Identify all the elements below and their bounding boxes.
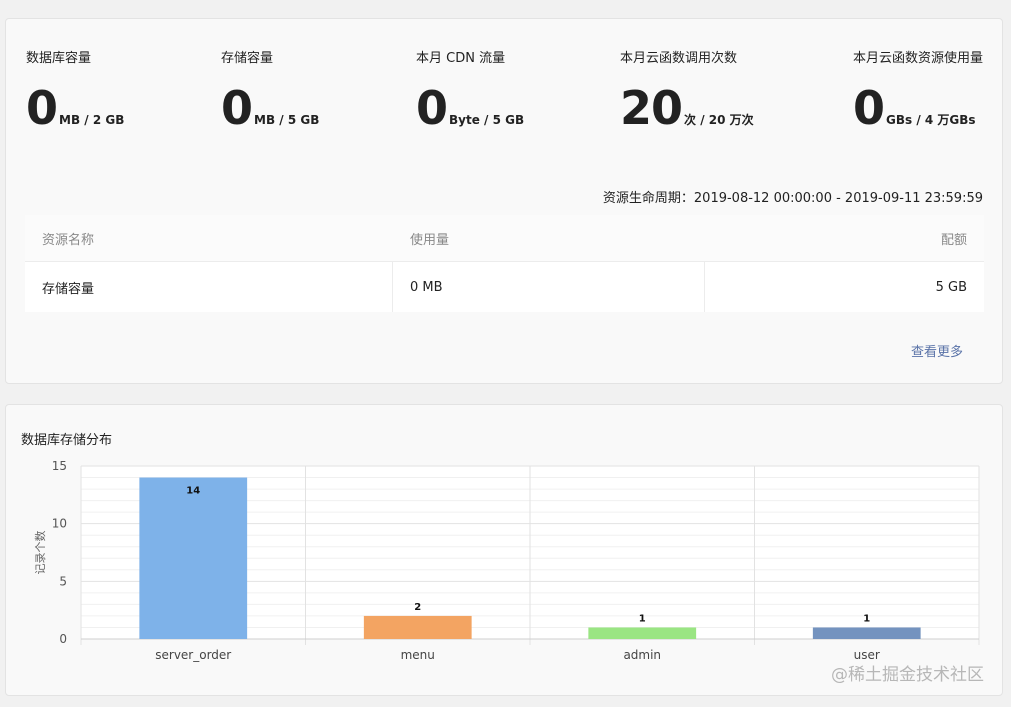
stat-value: 0 MB / 5 GB [221, 85, 319, 131]
resource-lifecycle: 资源生命周期：2019-08-12 00:00:00 - 2019-09-11 … [602, 191, 983, 206]
stat-unit: MB / 2 GB [59, 113, 125, 127]
stat-label: 存储容量 [221, 51, 274, 66]
bar-menu [363, 615, 472, 639]
cell-usage: 0 MB [393, 262, 705, 312]
table-row: 存储容量 0 MB 5 GB [25, 262, 984, 312]
stat-number: 0 [416, 81, 448, 135]
stat-label: 数据库容量 [26, 51, 92, 66]
cell-quota: 5 GB [935, 279, 967, 295]
watermark: @稀土掘金技术社区 [831, 665, 984, 685]
data-label: 1 [639, 613, 646, 624]
y-tick-label: 10 [52, 517, 67, 531]
x-tick-label: menu [401, 648, 435, 662]
x-tick-label: server_order [155, 648, 231, 662]
bar-server_order [139, 477, 248, 639]
stat-label: 本月云函数资源使用量 [853, 51, 984, 66]
y-tick-label: 15 [52, 459, 67, 473]
resource-summary-card: 数据库容量 0 MB / 2 GB 存储容量 0 MB / 5 GB 本月 CD… [5, 18, 1003, 384]
stat-value: 0 MB / 2 GB [26, 85, 124, 131]
stat-label: 本月云函数调用次数 [620, 51, 738, 66]
y-axis-label: 记录个数 [34, 531, 47, 575]
stat-number: 20 [620, 81, 683, 135]
stat-unit: MB / 5 GB [254, 113, 320, 127]
stat-number: 0 [853, 81, 885, 135]
bar-user [812, 627, 921, 639]
stat-value: 0 Byte / 5 GB [416, 85, 524, 131]
table-header-row: 资源名称 使用量 配额 [25, 215, 984, 262]
bar-chart: 051015记录个数14server_order2menu1admin1user [34, 459, 980, 662]
x-tick-label: admin [623, 648, 661, 662]
column-header-usage: 使用量 [410, 232, 450, 248]
stat-number: 0 [221, 81, 253, 135]
database-storage-card: 数据库存储分布 0 5 10 15 记录个数 14 server_order 2 menu 1 ad… [5, 404, 1003, 696]
stat-number: 0 [26, 81, 58, 135]
stat-unit: Byte / 5 GB [449, 113, 525, 127]
column-header-quota: 配额 [940, 232, 967, 248]
y-tick-label: 0 [59, 632, 67, 646]
stat-unit: 次 / 20 万次 [684, 113, 754, 127]
data-label: 1 [863, 613, 870, 624]
stat-label: 本月 CDN 流量 [416, 51, 506, 66]
bar-admin [588, 627, 697, 639]
column-header-name: 资源名称 [42, 232, 95, 248]
stat-unit: GBs / 4 万GBs [886, 113, 976, 127]
cell-resource-name: 存储容量 [25, 262, 393, 312]
view-more-link[interactable]: 查看更多 [911, 341, 963, 360]
data-label: 2 [414, 602, 421, 613]
resource-table: 资源名称 使用量 配额 存储容量 0 MB 5 GB [25, 215, 984, 312]
data-label: 14 [186, 486, 200, 497]
y-tick-label: 5 [59, 574, 67, 588]
stat-value: 20 次 / 20 万次 [620, 85, 754, 131]
stat-value: 0 GBs / 4 万GBs [853, 85, 976, 131]
